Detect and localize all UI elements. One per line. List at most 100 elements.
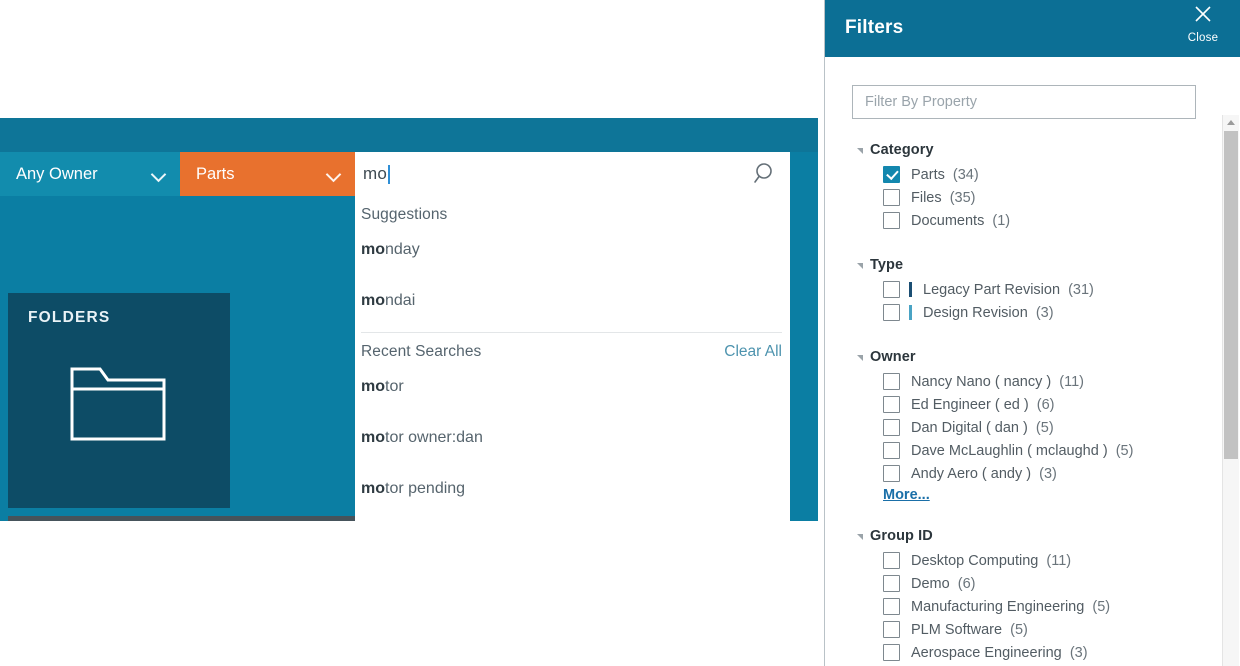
checkbox-checked[interactable] bbox=[883, 166, 900, 183]
filter-option-demo[interactable]: Demo (6) bbox=[883, 572, 1110, 595]
checkbox-unchecked[interactable] bbox=[883, 281, 900, 298]
filter-option-documents[interactable]: Documents (1) bbox=[883, 209, 1010, 232]
filter-option-nancy-nano[interactable]: Nancy Nano ( nancy ) (11) bbox=[883, 370, 1133, 393]
filter-by-property-input[interactable] bbox=[852, 85, 1196, 119]
filter-option-label: Manufacturing Engineering (5) bbox=[911, 599, 1110, 615]
section-header-type[interactable]: Type bbox=[857, 257, 1094, 273]
checkbox-unchecked[interactable] bbox=[883, 189, 900, 206]
filter-option-files[interactable]: Files (35) bbox=[883, 186, 1010, 209]
filter-option-aerospace-engineering[interactable]: Aerospace Engineering (3) bbox=[883, 641, 1110, 664]
filter-option-label: Design Revision (3) bbox=[923, 305, 1054, 321]
filter-option-legacy-part-revision[interactable]: Legacy Part Revision (31) bbox=[883, 278, 1094, 301]
checkbox-unchecked[interactable] bbox=[883, 373, 900, 390]
filter-option-label: Aerospace Engineering (3) bbox=[911, 645, 1088, 661]
scroll-up-arrow-icon[interactable] bbox=[1223, 115, 1239, 130]
owner-more-link[interactable]: More... bbox=[883, 487, 930, 503]
collapse-triangle-icon[interactable] bbox=[857, 355, 863, 361]
section-header-owner[interactable]: Owner bbox=[857, 349, 1133, 365]
option-text: Documents bbox=[911, 212, 985, 229]
recent-search-item[interactable]: motor bbox=[355, 361, 790, 412]
checkbox-unchecked[interactable] bbox=[883, 598, 900, 615]
option-count: (6) bbox=[957, 575, 976, 592]
option-text: Files bbox=[911, 189, 942, 206]
filter-option-plm-software[interactable]: PLM Software (5) bbox=[883, 618, 1110, 641]
recent-match: mo bbox=[361, 378, 385, 395]
suggestion-rest: ndai bbox=[385, 292, 416, 309]
recent-match: mo bbox=[361, 429, 385, 446]
search-bar: Any Owner Parts mo bbox=[0, 152, 790, 196]
option-count: (5) bbox=[1035, 419, 1054, 436]
option-count: (3) bbox=[1039, 465, 1057, 482]
filter-option-ed-engineer[interactable]: Ed Engineer ( ed ) (6) bbox=[883, 393, 1133, 416]
collapse-triangle-icon[interactable] bbox=[857, 263, 863, 269]
suggestion-item[interactable]: monday bbox=[355, 224, 790, 275]
chevron-down-icon bbox=[152, 167, 167, 182]
checkbox-unchecked[interactable] bbox=[883, 644, 900, 661]
checkbox-unchecked[interactable] bbox=[883, 304, 900, 321]
recent-search-item[interactable]: motor owner:dan bbox=[355, 412, 790, 463]
search-input[interactable]: mo bbox=[361, 164, 750, 184]
collapse-triangle-icon[interactable] bbox=[857, 534, 863, 540]
type-option-list: Legacy Part Revision (31) Design Revisio… bbox=[883, 278, 1094, 324]
category-filter-dropdown[interactable]: Parts bbox=[180, 152, 355, 196]
suggestion-item[interactable]: mondai bbox=[355, 275, 790, 326]
filter-section-category: Category Parts (34) Files (35) Documents… bbox=[857, 142, 1010, 232]
search-input-value: mo bbox=[363, 164, 388, 183]
owner-filter-label: Any Owner bbox=[16, 164, 98, 183]
checkbox-unchecked[interactable] bbox=[883, 396, 900, 413]
filter-option-parts[interactable]: Parts (34) bbox=[883, 163, 1010, 186]
option-text: Manufacturing Engineering bbox=[911, 598, 1085, 615]
type-color-swatch bbox=[909, 305, 912, 320]
filter-option-dave-mclaughlin[interactable]: Dave McLaughlin ( mclaughd ) (5) bbox=[883, 439, 1133, 462]
search-suggestions-dropdown: Suggestions monday mondai Recent Searche… bbox=[355, 196, 790, 521]
filter-option-manufacturing-engineering[interactable]: Manufacturing Engineering (5) bbox=[883, 595, 1110, 618]
option-text: PLM Software bbox=[911, 621, 1003, 638]
close-x-icon bbox=[1180, 2, 1226, 31]
folders-tile[interactable]: FOLDERS bbox=[8, 293, 230, 508]
section-title-text: Group ID bbox=[870, 528, 933, 544]
checkbox-unchecked[interactable] bbox=[883, 621, 900, 638]
owner-option-list: Nancy Nano ( nancy ) (11) Ed Engineer ( … bbox=[883, 370, 1133, 485]
filter-section-type: Type Legacy Part Revision (31) Design Re… bbox=[857, 257, 1094, 324]
search-input-container[interactable]: mo bbox=[355, 152, 790, 196]
recent-searches-heading: Recent Searches bbox=[361, 343, 482, 360]
folder-icon bbox=[70, 355, 166, 450]
section-header-category[interactable]: Category bbox=[857, 142, 1010, 158]
filter-option-label: Andy Aero ( andy ) (3) bbox=[911, 466, 1057, 482]
option-count: (6) bbox=[1036, 396, 1055, 413]
filter-option-label: Documents (1) bbox=[911, 213, 1010, 229]
filters-scrollbar[interactable] bbox=[1222, 115, 1239, 666]
tile-bottom-divider bbox=[8, 516, 378, 521]
search-icon[interactable] bbox=[750, 161, 776, 187]
option-text: Ed Engineer ( ed ) bbox=[911, 396, 1029, 413]
checkbox-unchecked[interactable] bbox=[883, 552, 900, 569]
filter-option-desktop-computing[interactable]: Desktop Computing (11) bbox=[883, 549, 1110, 572]
option-count: (35) bbox=[949, 189, 976, 206]
checkbox-unchecked[interactable] bbox=[883, 575, 900, 592]
owner-filter-dropdown[interactable]: Any Owner bbox=[0, 152, 180, 196]
folders-tile-label: FOLDERS bbox=[28, 309, 111, 326]
recent-search-item[interactable]: motor pending bbox=[355, 463, 790, 514]
option-count: (34) bbox=[952, 166, 979, 183]
clear-all-button[interactable]: Clear All bbox=[724, 343, 782, 361]
close-button-label: Close bbox=[1187, 32, 1219, 44]
collapse-triangle-icon[interactable] bbox=[857, 148, 863, 154]
section-title-text: Type bbox=[870, 257, 904, 273]
checkbox-unchecked[interactable] bbox=[883, 465, 900, 482]
option-count: (5) bbox=[1092, 598, 1111, 615]
filter-option-dan-digital[interactable]: Dan Digital ( dan ) (5) bbox=[883, 416, 1133, 439]
filter-option-andy-aero[interactable]: Andy Aero ( andy ) (3) bbox=[883, 462, 1133, 485]
checkbox-unchecked[interactable] bbox=[883, 419, 900, 436]
section-header-group-id[interactable]: Group ID bbox=[857, 528, 1110, 544]
filter-option-label: Nancy Nano ( nancy ) (11) bbox=[911, 374, 1084, 390]
filter-option-design-revision[interactable]: Design Revision (3) bbox=[883, 301, 1094, 324]
filters-panel: Filters Close Category Parts (34) bbox=[824, 0, 1240, 666]
option-count: (31) bbox=[1068, 281, 1094, 298]
checkbox-unchecked[interactable] bbox=[883, 212, 900, 229]
recent-rest: tor owner:dan bbox=[385, 429, 483, 446]
filter-option-label: Legacy Part Revision (31) bbox=[923, 282, 1094, 298]
scrollbar-thumb[interactable] bbox=[1224, 131, 1238, 459]
checkbox-unchecked[interactable] bbox=[883, 442, 900, 459]
filter-option-label: Dan Digital ( dan ) (5) bbox=[911, 420, 1054, 436]
close-button[interactable]: Close bbox=[1180, 2, 1226, 44]
